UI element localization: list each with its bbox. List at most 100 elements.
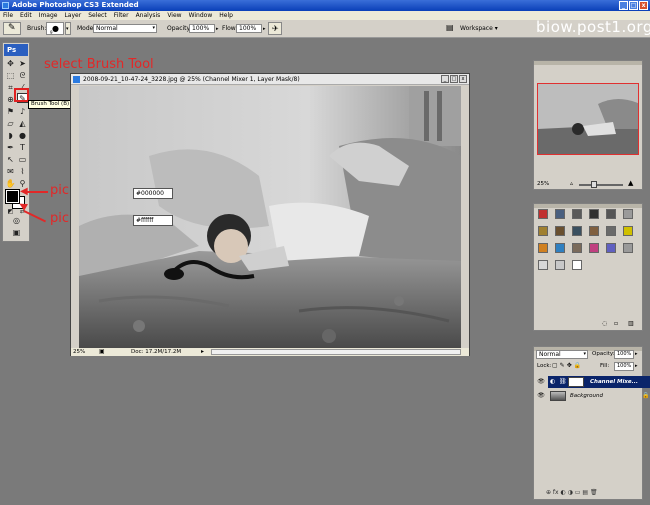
navigator-panel-header[interactable] xyxy=(534,61,642,65)
new-style-icon[interactable]: ◌ xyxy=(602,320,607,327)
style-swatch[interactable] xyxy=(555,209,565,219)
menu-edit[interactable]: Edit xyxy=(20,12,32,19)
style-swatch[interactable] xyxy=(538,226,548,236)
menu-file[interactable]: File xyxy=(3,12,13,19)
blend-mode-select[interactable]: Normal ▾ xyxy=(536,350,588,359)
document-canvas[interactable]: #000000 #ffffff xyxy=(79,86,461,348)
menu-help[interactable]: Help xyxy=(219,12,233,19)
move-arrow-icon[interactable]: ➤ xyxy=(17,59,28,69)
menu-image[interactable]: Image xyxy=(39,12,58,19)
menu-view[interactable]: View xyxy=(167,12,181,19)
flow-slider-toggle[interactable]: ▸ xyxy=(263,26,266,32)
doc-maximize-button[interactable]: □ xyxy=(450,75,458,83)
black-hex-field[interactable]: #000000 xyxy=(133,188,173,199)
opacity-field[interactable]: 100% xyxy=(189,24,215,33)
style-swatch[interactable] xyxy=(623,209,633,219)
zoom-in-icon[interactable]: ▲ xyxy=(628,179,633,187)
blur-tool-icon[interactable]: ◗ xyxy=(5,131,16,141)
brush-picker-dropdown[interactable]: ▾ xyxy=(65,22,71,35)
brushes-palette-button[interactable]: ▤ xyxy=(446,22,454,35)
style-swatch[interactable] xyxy=(606,209,616,219)
notes-tool-icon[interactable]: ✉ xyxy=(5,167,16,177)
ps-logo[interactable]: Ps xyxy=(4,44,28,56)
eraser-tool-icon[interactable]: ▱ xyxy=(5,119,16,129)
layer-opacity-field[interactable]: 100% xyxy=(614,350,634,359)
path-select-icon[interactable]: ↖ xyxy=(5,155,16,165)
visibility-eye-icon[interactable]: 👁 xyxy=(536,390,546,402)
marquee-tool-icon[interactable]: ⬚ xyxy=(5,71,16,81)
style-swatch[interactable] xyxy=(538,209,548,219)
flow-field[interactable]: 100% xyxy=(236,24,262,33)
navigator-preview[interactable] xyxy=(537,83,639,155)
zoom-out-icon[interactable]: ▵ xyxy=(570,180,573,187)
menu-select[interactable]: Select xyxy=(88,12,107,19)
style-swatch[interactable] xyxy=(606,243,616,253)
document-title-bar[interactable]: 2008-09-21_10-47-24_3228.jpg @ 25% (Chan… xyxy=(71,74,469,85)
style-swatch[interactable] xyxy=(538,260,548,270)
layer-row-channel-mixer[interactable]: ◐ ⛓ Channel Mixe... xyxy=(548,376,650,388)
history-brush-icon[interactable]: ♪ xyxy=(17,107,28,117)
layer-fill-field[interactable]: 100% xyxy=(614,362,634,371)
style-swatch[interactable] xyxy=(555,243,565,253)
maximize-button[interactable]: □ xyxy=(629,1,638,10)
foreground-color-swatch[interactable] xyxy=(5,189,20,204)
type-tool-icon[interactable]: T xyxy=(17,143,28,153)
bucket-tool-icon[interactable]: ◭ xyxy=(17,119,28,129)
menu-filter[interactable]: Filter xyxy=(114,12,129,19)
airbrush-button[interactable]: ✈ xyxy=(268,22,282,35)
layers-footer-icons[interactable]: ⊕ fx ◐ ◑ ▭ ▤ 🗑 xyxy=(546,489,598,496)
menu-window[interactable]: Window xyxy=(189,12,213,19)
style-swatch[interactable] xyxy=(623,243,633,253)
brush-picker[interactable]: ● 9 xyxy=(46,22,64,35)
white-hex-field[interactable]: #ffffff xyxy=(133,215,173,226)
close-button[interactable]: x xyxy=(639,1,648,10)
doc-zoom-value[interactable]: 25% xyxy=(73,348,85,356)
hand-tool-icon[interactable]: ✋ xyxy=(5,179,16,189)
doc-close-button[interactable]: x xyxy=(459,75,467,83)
tool-preset-picker[interactable]: ✎ xyxy=(3,22,21,35)
shape-tool-icon[interactable]: ▭ xyxy=(17,155,28,165)
style-swatch[interactable] xyxy=(623,226,633,236)
navigator-zoom-value[interactable]: 25% xyxy=(537,181,549,187)
style-swatch[interactable] xyxy=(606,226,616,236)
style-swatch[interactable] xyxy=(572,209,582,219)
delete-style-icon[interactable]: ▥ xyxy=(628,320,634,327)
eyedropper-tool-icon[interactable]: ⌇ xyxy=(17,167,28,177)
style-swatch[interactable] xyxy=(572,243,582,253)
style-swatch[interactable] xyxy=(589,209,599,219)
screen-mode-icon[interactable]: ▣ xyxy=(11,228,22,238)
menu-analysis[interactable]: Analysis xyxy=(136,12,161,19)
stamp-tool-icon[interactable]: ⚑ xyxy=(5,107,16,117)
dodge-tool-icon[interactable]: ● xyxy=(17,131,28,141)
mode-select[interactable]: Normal ▾ xyxy=(93,24,157,33)
navigator-zoom-slider-thumb[interactable] xyxy=(591,181,597,188)
style-swatch[interactable] xyxy=(555,260,565,270)
style-swatch[interactable] xyxy=(572,260,582,270)
style-swatch[interactable] xyxy=(572,226,582,236)
lock-icons[interactable]: ▢✎✥🔒 xyxy=(552,362,583,369)
lasso-tool-icon[interactable]: ᘓ xyxy=(17,71,28,81)
style-swatch[interactable] xyxy=(555,226,565,236)
layer-fill-slider-toggle[interactable]: ▸ xyxy=(635,363,638,369)
pen-tool-icon[interactable]: ✒ xyxy=(5,143,16,153)
menu-layer[interactable]: Layer xyxy=(64,12,81,19)
opacity-slider-toggle[interactable]: ▸ xyxy=(216,26,219,32)
visibility-eye-icon[interactable]: 👁 xyxy=(536,376,546,388)
layer-opacity-slider-toggle[interactable]: ▸ xyxy=(635,351,638,357)
navigator-zoom-slider[interactable] xyxy=(579,181,623,188)
style-swatch[interactable] xyxy=(589,243,599,253)
layer-mask-thumbnail[interactable] xyxy=(568,377,584,387)
style-swatch[interactable] xyxy=(538,243,548,253)
status-menu-arrow-icon[interactable]: ▸ xyxy=(201,348,204,356)
layer-thumbnail[interactable] xyxy=(550,391,566,401)
minimize-button[interactable]: _ xyxy=(619,1,628,10)
doc-minimize-button[interactable]: _ xyxy=(441,75,449,83)
horizontal-scrollbar[interactable] xyxy=(211,349,461,355)
styles-panel-header[interactable] xyxy=(534,204,642,208)
layer-row-background[interactable]: Background 🔒 xyxy=(548,390,650,402)
quick-mask-icon[interactable]: ◎ xyxy=(11,216,22,226)
move-tool-icon[interactable]: ✥ xyxy=(5,59,16,69)
style-swatch[interactable] xyxy=(589,226,599,236)
create-style-icon[interactable]: ▫ xyxy=(614,320,618,327)
workspace-menu[interactable]: Workspace ▾ xyxy=(460,25,498,32)
